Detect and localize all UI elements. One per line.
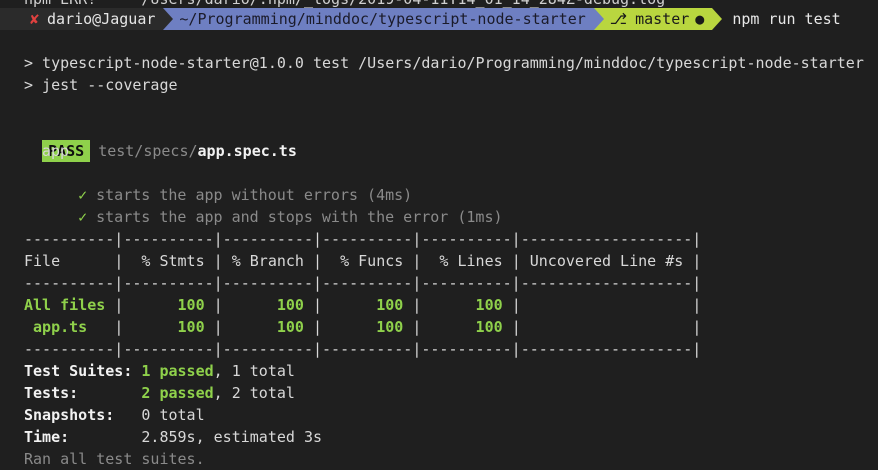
header-file: File: [24, 252, 115, 270]
summary-value: 0 total: [141, 406, 205, 424]
header-branch: % Branch: [222, 252, 313, 270]
row-stmts: 100: [123, 318, 214, 336]
row-branch: 100: [222, 296, 313, 314]
row-lines: 100: [421, 318, 512, 336]
header-funcs: % Funcs: [322, 252, 413, 270]
header-uncovered: Uncovered Line #s: [520, 252, 693, 270]
coverage-separator: ----------|----------|----------|-------…: [24, 230, 702, 248]
segment-arrow-icon: [593, 8, 604, 30]
summary-label: Test Suites:: [24, 362, 142, 380]
git-branch-icon: ⎇: [609, 10, 628, 28]
row-branch: 100: [222, 318, 313, 336]
summary-value: 2.859s, estimated 3s: [141, 428, 323, 446]
summary-snapshots: Snapshots: 0 total: [24, 404, 205, 426]
header-stmts: % Stmts: [123, 252, 214, 270]
row-funcs: 100: [322, 296, 413, 314]
summary-total: , 1 total: [213, 362, 295, 380]
summary-label: Tests:: [24, 384, 142, 402]
entered-command: npm run test: [732, 10, 841, 28]
summary-passed: 2 passed: [141, 384, 214, 402]
error-status-icon: ✘: [30, 10, 40, 28]
summary-tests: Tests: 2 passed, 2 total: [24, 382, 295, 404]
coverage-header-row: File | % Stmts | % Branch | % Funcs | % …: [24, 252, 702, 270]
row-stmts: 100: [123, 296, 214, 314]
segment-arrow-icon: [163, 8, 174, 30]
summary-suites: Test Suites: 1 passed, 1 total: [24, 360, 295, 382]
check-icon: ✓: [78, 208, 88, 226]
summary-label: Snapshots:: [24, 406, 142, 424]
shell-prompt: ✘ dario@Jaguar ~/Programming/minddoc/typ…: [0, 8, 841, 30]
test-file-dir: test/specs/: [98, 142, 198, 160]
row-funcs: 100: [322, 318, 413, 336]
prompt-path-segment: ~/Programming/minddoc/typescript-node-st…: [173, 8, 594, 30]
summary-time: Time: 2.859s, estimated 3s: [24, 426, 322, 448]
prompt-user-segment: ✘ dario@Jaguar: [0, 8, 164, 30]
summary-label: Time:: [24, 428, 142, 446]
coverage-row: app.ts | 100 | 100 | 100 | 100 | |: [24, 316, 702, 338]
prompt-git-segment: ⎇ master ●: [603, 8, 713, 30]
script-line: > jest --coverage: [24, 76, 178, 94]
coverage-row: All files | 100 | 100 | 100 | 100 | |: [24, 294, 702, 316]
coverage-separator: ----------|----------|----------|-------…: [24, 274, 702, 292]
summary-passed: 1 passed: [141, 362, 214, 380]
git-branch-name: master: [635, 10, 690, 28]
test-file-name: app.spec.ts: [197, 142, 297, 160]
header-lines: % Lines: [421, 252, 512, 270]
coverage-separator: ----------|----------|----------|-------…: [24, 340, 702, 358]
test-case: ✓ starts the app without errors (4ms): [60, 162, 412, 204]
git-dirty-icon: ●: [695, 10, 705, 28]
row-file: All files: [24, 296, 115, 314]
row-lines: 100: [421, 296, 512, 314]
summary-total: , 2 total: [213, 384, 295, 402]
test-case-label: starts the app and stops with the error …: [96, 208, 503, 226]
test-file-result: PASS test/specs/app.spec.ts: [24, 118, 297, 162]
row-uncovered: [521, 316, 693, 338]
segment-arrow-icon: [712, 8, 723, 30]
test-suite-name: app: [42, 142, 70, 160]
row-file: app.ts: [24, 318, 115, 336]
row-uncovered: [521, 294, 693, 316]
user-host: dario@Jaguar: [47, 10, 156, 28]
script-line: > typescript-node-starter@1.0.0 test /Us…: [24, 54, 864, 72]
test-case: ✓ starts the app and stops with the erro…: [60, 184, 502, 226]
current-path: ~/Programming/minddoc/typescript-node-st…: [179, 10, 586, 28]
summary-footer: Ran all test suites.: [24, 450, 205, 468]
